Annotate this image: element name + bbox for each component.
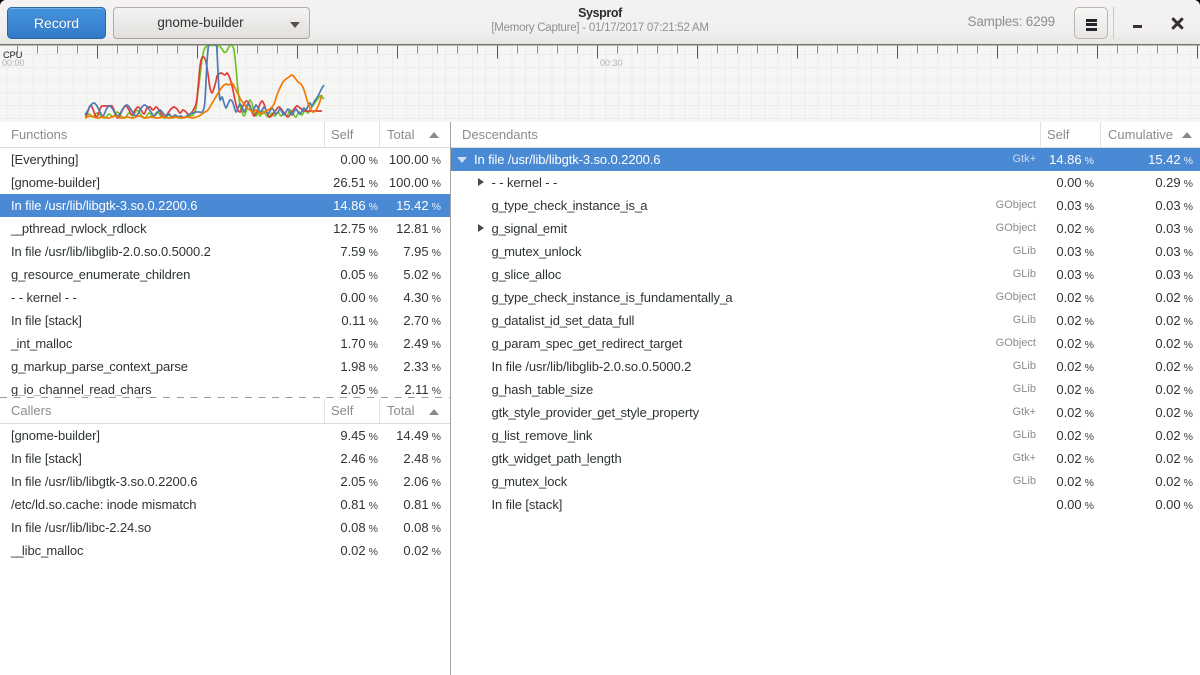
svg-text:00:30: 00:30	[600, 58, 623, 68]
svg-text:00:00: 00:00	[2, 58, 25, 68]
